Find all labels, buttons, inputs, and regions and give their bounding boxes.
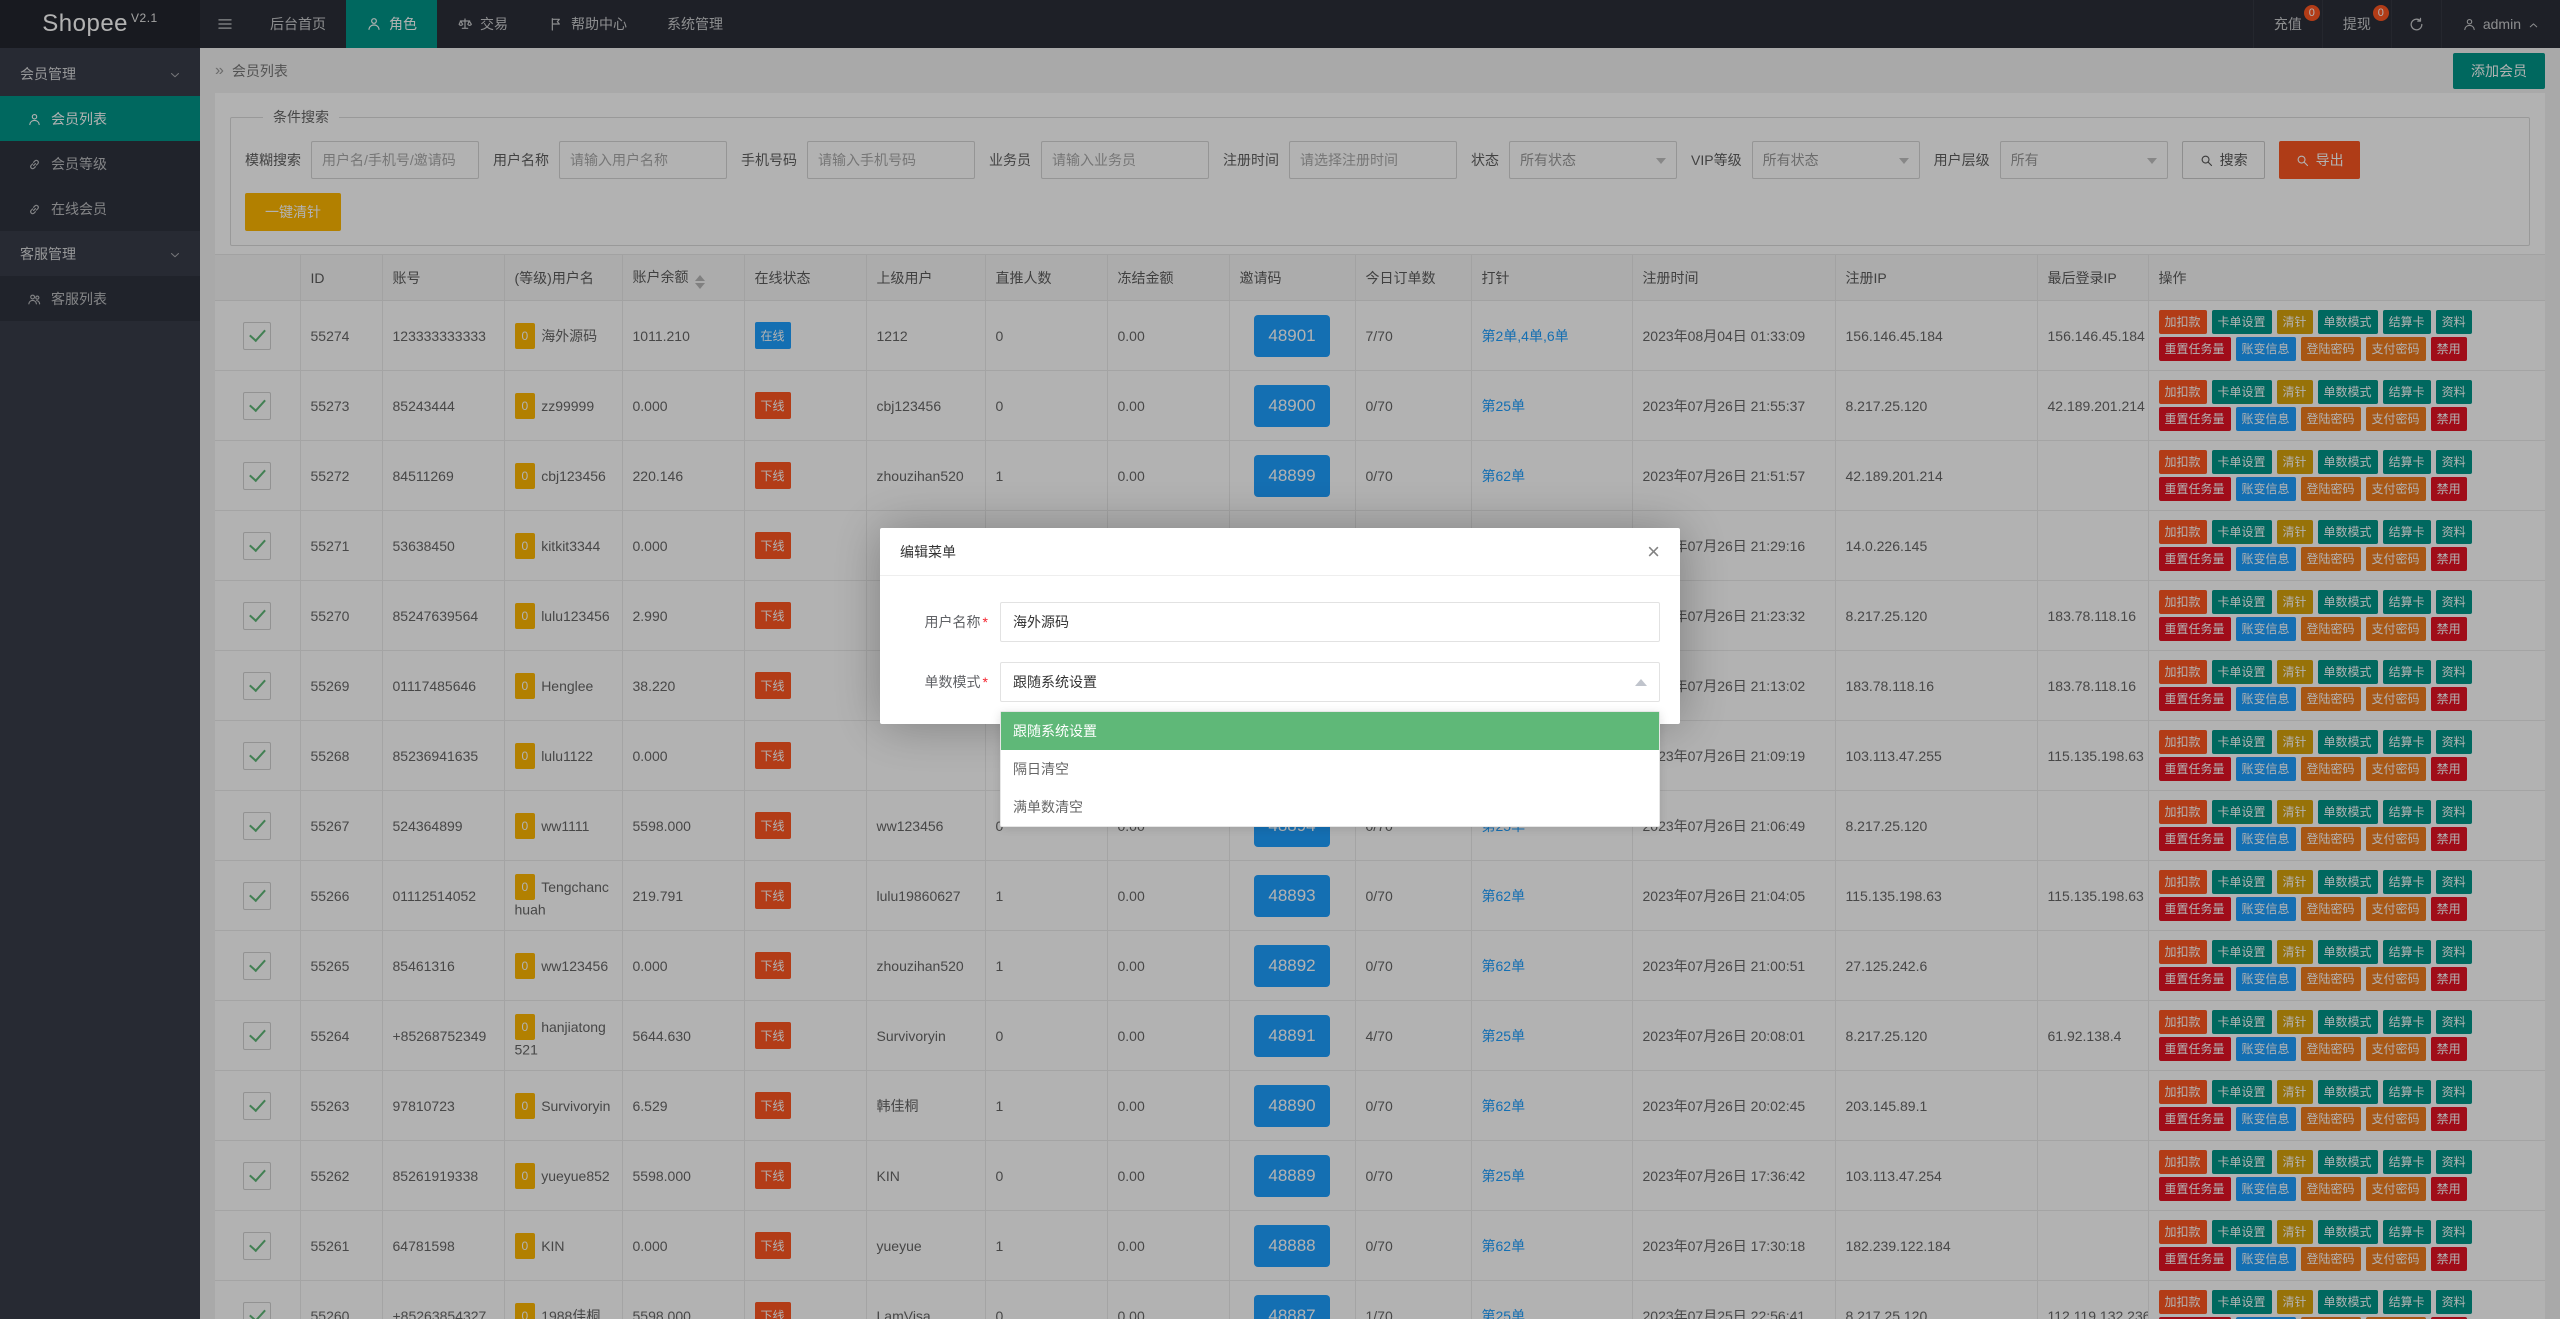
- modal-title: 编辑菜单: [900, 543, 956, 560]
- dropdown-option-2[interactable]: 满单数清空: [1001, 788, 1659, 826]
- modal-body: 用户名称* 单数模式* 跟随系统设置 跟随系统设置隔日清空满单数清空: [880, 576, 1680, 827]
- form-row-username: 用户名称 *: [900, 602, 1660, 642]
- order-mode-dropdown: 跟随系统设置 隔日清空 满单数清空: [1000, 711, 1660, 827]
- dropdown-option-0[interactable]: 跟随系统设置: [1001, 712, 1659, 750]
- required-asterisk: *: [982, 674, 988, 690]
- edit-menu-modal: 编辑菜单 × 用户名称* 单数模式* 跟随系统设置 跟随系统设置隔日清空满单数清…: [880, 528, 1680, 827]
- close-icon[interactable]: ×: [1647, 540, 1660, 563]
- username-field[interactable]: [1000, 602, 1660, 642]
- form-row-order-mode: 单数模式 * 跟随系统设置 跟随系统设置 隔日清空 满单数清空: [900, 662, 1660, 827]
- chevron-up-icon: [1635, 678, 1647, 686]
- order-mode-select[interactable]: 跟随系统设置: [1000, 662, 1660, 702]
- modal-header: 编辑菜单 ×: [880, 528, 1680, 576]
- order-mode-value: 跟随系统设置: [1013, 674, 1097, 690]
- username-label: 用户名称 *: [924, 614, 988, 630]
- order-mode-label: 单数模式 *: [924, 674, 988, 690]
- required-asterisk: *: [982, 614, 988, 630]
- dropdown-option-1[interactable]: 隔日清空: [1001, 750, 1659, 788]
